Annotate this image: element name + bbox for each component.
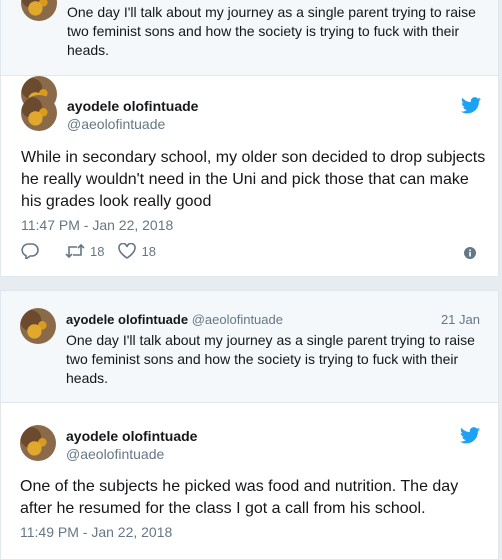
parent-tweet-1[interactable]: One day I'll talk about my journey as a …: [1, 0, 498, 75]
parent-tweet-header: ayodele olofintuade @aeolofintuade 21 Ja…: [66, 312, 480, 327]
embedded-tweet-card-1: One day I'll talk about my journey as a …: [0, 0, 499, 277]
retweet-icon: [65, 243, 85, 259]
avatar[interactable]: [20, 308, 56, 344]
twitter-bird-icon[interactable]: [460, 427, 480, 444]
author-handle[interactable]: @aeolofintuade: [66, 446, 164, 462]
tweet-text: One of the subjects he picked was food a…: [20, 478, 459, 517]
avatar[interactable]: [21, 95, 57, 131]
author-name[interactable]: ayodele olofintuade: [67, 98, 198, 114]
retweet-count: 18: [90, 243, 105, 259]
author-handle[interactable]: @aeolofintuade: [192, 312, 283, 327]
tweet-timestamp[interactable]: 11:49 PM - Jan 22, 2018: [20, 524, 172, 540]
parent-tweet-text: One day I'll talk about my journey as a …: [66, 332, 475, 386]
twitter-bird-icon[interactable]: [461, 97, 481, 114]
divider: [0, 402, 499, 403]
parent-tweet-date[interactable]: 21 Jan: [441, 312, 480, 327]
reply-icon: [21, 243, 39, 259]
tweet-text: While in secondary school, my older son …: [21, 149, 486, 210]
author-handle[interactable]: @aeolofintuade: [67, 116, 165, 132]
avatar[interactable]: [20, 425, 56, 461]
like-count: 18: [141, 243, 156, 259]
author-name[interactable]: ayodele olofintuade: [66, 312, 188, 327]
like-icon: [118, 243, 137, 259]
tweet-actions: 18 18: [21, 243, 170, 259]
retweet-button[interactable]: 18: [65, 243, 104, 259]
tweet-timestamp[interactable]: 11:47 PM - Jan 22, 2018: [21, 217, 173, 233]
reply-button[interactable]: [21, 243, 39, 259]
avatar[interactable]: [21, 0, 57, 21]
like-button[interactable]: 18: [118, 243, 156, 259]
info-icon[interactable]: [464, 247, 476, 259]
parent-tweet-text: One day I'll talk about my journey as a …: [67, 4, 476, 58]
author-name[interactable]: ayodele olofintuade: [66, 428, 197, 444]
